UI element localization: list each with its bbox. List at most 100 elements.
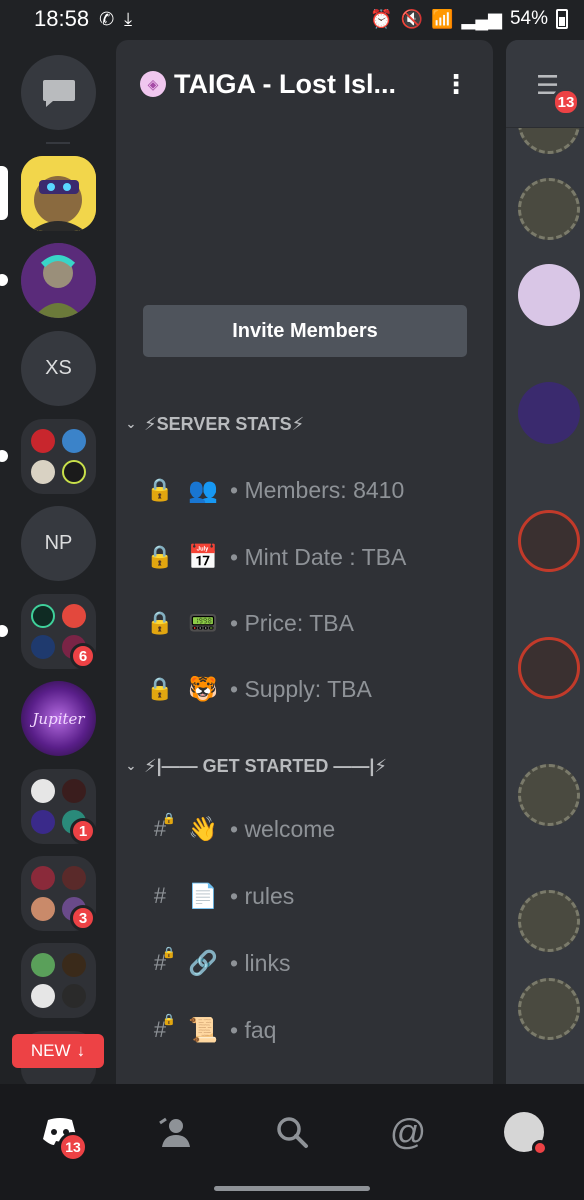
hashtag-icon: # <box>153 883 167 908</box>
signal-icon: ▂▄▆ <box>461 9 502 29</box>
server-folder-1[interactable] <box>21 419 96 494</box>
member-avatar[interactable] <box>518 890 580 952</box>
server-boost-icon: ◈ <box>140 71 166 97</box>
member-avatar[interactable] <box>518 637 580 699</box>
folder-server-avatar <box>31 810 55 834</box>
home-unread-badge: 13 <box>58 1132 88 1162</box>
unread-badge: 6 <box>70 643 96 669</box>
channel-emoji: 👥 <box>188 476 218 504</box>
nav-friends[interactable] <box>152 1108 200 1156</box>
folder-server-avatar <box>62 866 86 890</box>
server-ape[interactable] <box>21 243 96 318</box>
folder-server-avatar <box>62 953 86 977</box>
channel-panel: ◈ TAIGA - Lost Isl... ⋮ Invite Members ⌄… <box>116 40 493 1084</box>
server-folder-3[interactable]: 1 <box>21 769 96 844</box>
member-avatar[interactable] <box>518 764 580 826</box>
invite-members-button[interactable]: Invite Members <box>143 305 467 357</box>
nav-mentions[interactable]: @ <box>384 1108 432 1156</box>
profile-avatar <box>504 1112 548 1156</box>
member-avatar[interactable] <box>518 264 580 326</box>
channel-name: • welcome <box>230 815 336 842</box>
channel-name: • Members: 8410 <box>230 476 405 503</box>
category-label: ⚡SERVER STATS⚡ <box>144 413 305 434</box>
server-folder-4[interactable]: 3 <box>21 856 96 931</box>
nav-search[interactable] <box>268 1108 316 1156</box>
new-unreads-pill[interactable]: NEW ↓ <box>12 1034 104 1068</box>
folder-server-avatar <box>31 953 55 977</box>
server-np[interactable]: NP <box>21 506 96 581</box>
folder-server-avatar <box>31 897 55 921</box>
channel-supply[interactable]: 🔒 🐯 • Supply: TBA <box>146 669 476 709</box>
battery-icon <box>556 9 568 29</box>
channel-price[interactable]: 🔒 📟 • Price: TBA <box>146 603 476 643</box>
chevron-down-icon: ⌄ <box>125 416 137 431</box>
messenger-icon: ✆ <box>99 9 115 29</box>
server-xs[interactable]: XS <box>21 331 96 406</box>
unread-indicator <box>0 274 8 286</box>
channel-emoji: 👋 <box>188 815 218 843</box>
more-options-icon[interactable]: ⋮ <box>443 71 469 97</box>
channel-emoji: 🐯 <box>188 675 218 703</box>
nav-home[interactable]: 13 <box>36 1108 88 1162</box>
bottom-navigation: 13 @ <box>0 1084 584 1200</box>
ape-server-icon <box>21 243 96 318</box>
hashtag-lock-icon: # 🔒 <box>153 813 176 841</box>
server-rail: XS NP 6 Jupiter 1 3 NEW ↓ <box>0 38 116 1084</box>
unread-badge: 3 <box>70 905 96 931</box>
channel-rules[interactable]: # 📄 • rules <box>146 876 476 916</box>
folder-server-avatar <box>31 635 55 659</box>
folder-server-avatar <box>31 429 55 453</box>
channel-emoji: 📅 <box>188 543 218 571</box>
rail-divider <box>46 142 70 144</box>
chat-header: ☰ 13 <box>506 40 584 128</box>
taiga-server-icon <box>21 156 96 231</box>
server-header[interactable]: ◈ TAIGA - Lost Isl... ⋮ <box>116 40 493 128</box>
alarm-icon: ⏰ <box>370 9 393 29</box>
server-jupiter[interactable]: Jupiter <box>21 681 96 756</box>
folder-server-avatar <box>62 429 86 453</box>
member-avatar[interactable] <box>518 978 580 1040</box>
unread-indicator <box>0 450 8 462</box>
server-np-initials: NP <box>44 532 73 554</box>
new-pill-label: NEW <box>30 1041 71 1060</box>
folder-server-avatar <box>62 460 86 484</box>
channel-emoji: 🔗 <box>188 949 218 977</box>
mentions-icon: @ <box>389 1111 427 1152</box>
channel-mint-date[interactable]: 🔒 📅 • Mint Date : TBA <box>146 537 476 577</box>
search-icon <box>277 1117 308 1148</box>
hashtag-lock-icon: # 🔒 <box>153 1014 176 1042</box>
channel-emoji: 📟 <box>188 609 218 637</box>
jupiter-server-logo: Jupiter <box>32 709 85 728</box>
gesture-bar <box>214 1186 370 1191</box>
channel-welcome[interactable]: # 🔒 👋 • welcome <box>146 809 476 849</box>
dnd-status-icon <box>532 1140 548 1156</box>
member-avatar[interactable] <box>518 382 580 444</box>
member-avatar[interactable] <box>518 178 580 240</box>
category-server-stats[interactable]: ⌄ ⚡SERVER STATS⚡ <box>124 409 305 439</box>
channel-emoji: 📄 <box>188 882 218 910</box>
server-folder-2[interactable]: 6 <box>21 594 96 669</box>
status-time: 18:58 <box>34 6 90 31</box>
folder-server-avatar <box>62 984 86 1008</box>
nav-profile[interactable] <box>500 1108 548 1156</box>
channel-members[interactable]: 🔒 👥 • Members: 8410 <box>146 470 476 510</box>
channel-links[interactable]: # 🔒 🔗 • links <box>146 943 476 983</box>
folder-server-avatar <box>31 984 55 1008</box>
channel-name: • faq <box>230 1016 277 1043</box>
channel-faq[interactable]: # 🔒 📜 • faq <box>146 1010 476 1050</box>
channel-name: • Mint Date : TBA <box>230 543 407 570</box>
server-taiga[interactable] <box>21 156 96 231</box>
category-get-started[interactable]: ⌄ ⚡|—— GET STARTED ——|⚡ <box>124 751 387 781</box>
member-avatar[interactable] <box>518 510 580 572</box>
folder-server-avatar <box>62 604 86 628</box>
lock-icon: 🔒 <box>146 477 174 502</box>
folder-server-avatar <box>31 460 55 484</box>
folder-server-avatar <box>31 604 55 628</box>
status-bar: 18:58 ✆ ⤓ ⏰ 🔇 📶 ▂▄▆ 54% <box>0 0 584 38</box>
chat-icon <box>42 79 75 107</box>
server-name: TAIGA - Lost Isl... <box>174 68 396 99</box>
server-folder-5[interactable] <box>21 943 96 1018</box>
direct-messages-button[interactable] <box>21 55 96 130</box>
chevron-down-icon: ⌄ <box>125 758 137 773</box>
channel-name: • links <box>230 949 291 976</box>
